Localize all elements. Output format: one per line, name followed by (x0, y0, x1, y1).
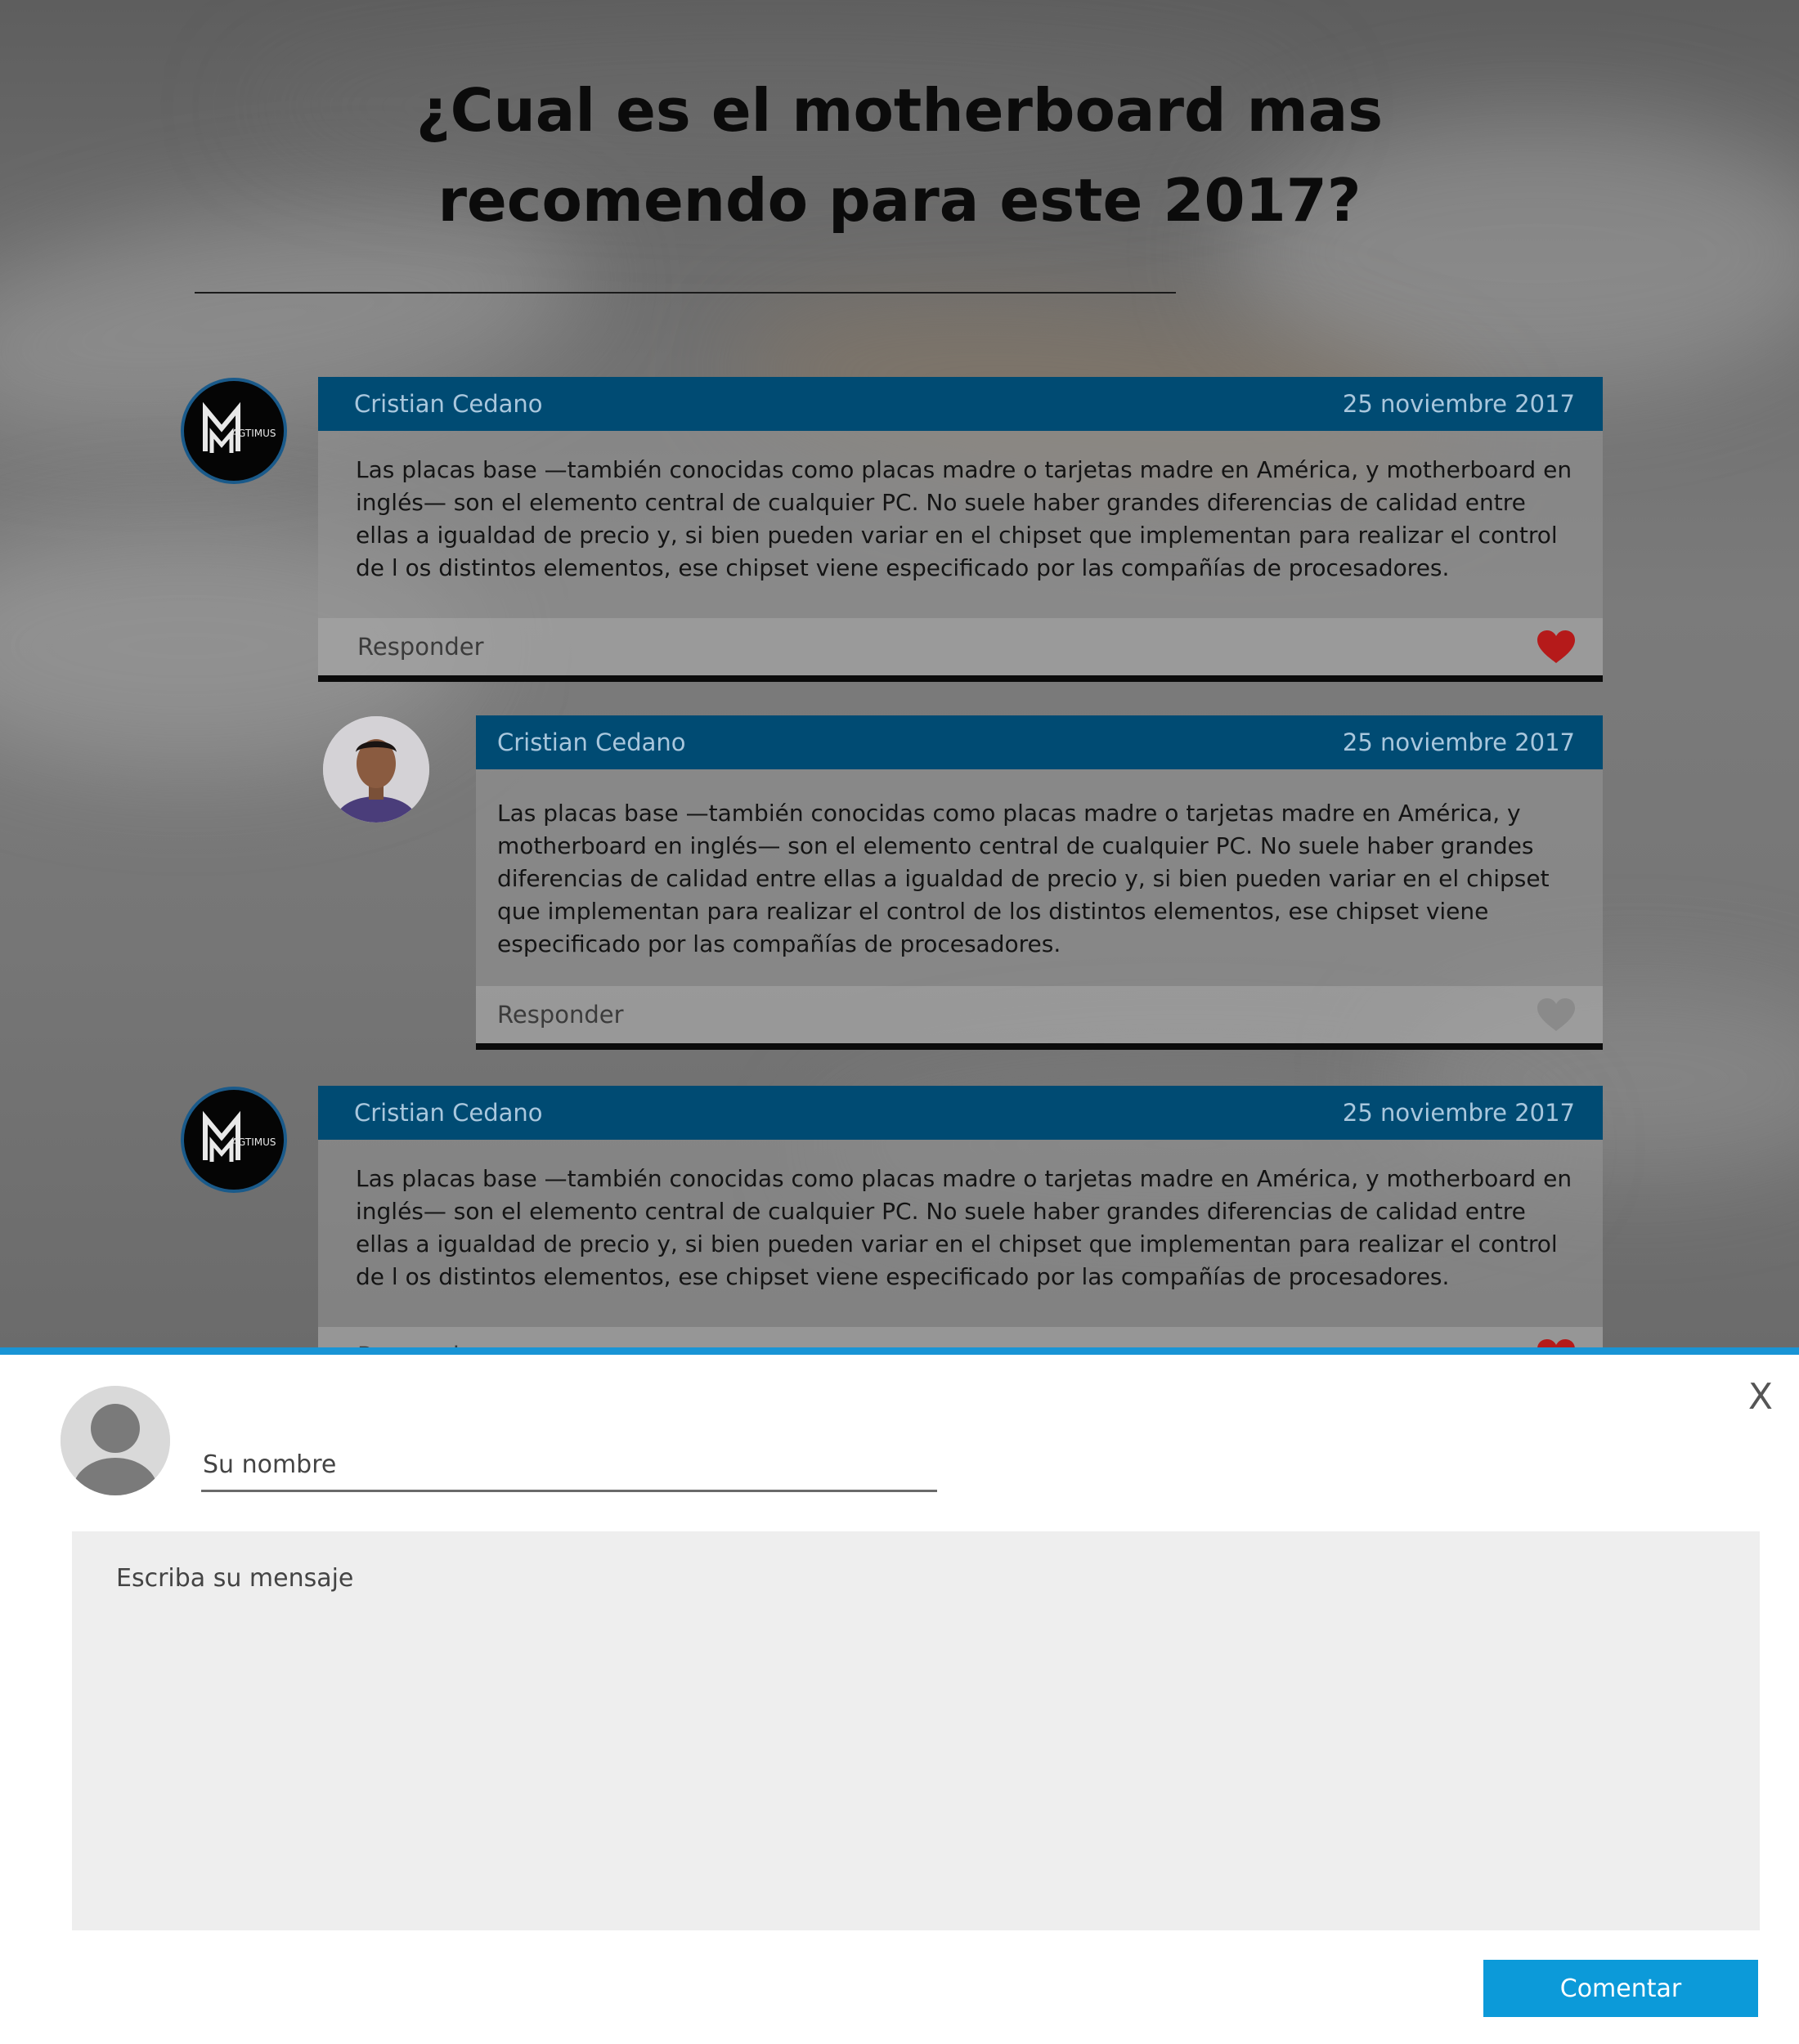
magtimus-logo-icon: AGTIMUS (203, 401, 276, 453)
close-button[interactable]: X (1748, 1379, 1773, 1415)
panel-accent-bar (0, 1347, 1799, 1355)
comment-footer: Responder (476, 986, 1603, 1043)
reply-button[interactable]: Responder (357, 633, 484, 661)
comment-text: Las placas base —también conocidas como … (497, 800, 1550, 957)
comment-date: 25 noviembre 2017 (1342, 1099, 1575, 1127)
comment-form-panel: X Comentar (0, 1355, 1799, 2044)
avatar: AGTIMUS (181, 378, 287, 484)
comment-date: 25 noviembre 2017 (1342, 728, 1575, 756)
avatar: AGTIMUS (181, 1087, 287, 1193)
user-avatar (61, 1386, 170, 1495)
comment-card: Cristian Cedano 25 noviembre 2017 Las pl… (318, 377, 1603, 682)
avatar (323, 716, 429, 823)
message-input[interactable] (72, 1531, 1760, 1930)
heart-icon[interactable] (1536, 997, 1577, 1033)
comment-author: Cristian Cedano (354, 1099, 543, 1127)
magtimus-logo-icon: AGTIMUS (203, 1110, 276, 1162)
user-placeholder-icon (61, 1386, 170, 1495)
comment-header: Cristian Cedano 25 noviembre 2017 (476, 715, 1603, 769)
comment-text: Las placas base —también conocidas como … (356, 1165, 1572, 1290)
comment-author: Cristian Cedano (497, 728, 686, 756)
user-photo-icon (323, 716, 429, 823)
comment-header: Cristian Cedano 25 noviembre 2017 (318, 1086, 1603, 1140)
comment-author: Cristian Cedano (354, 390, 543, 418)
comment-date: 25 noviembre 2017 (1342, 390, 1575, 418)
svg-text:AGTIMUS: AGTIMUS (231, 1136, 276, 1148)
comment-card: Cristian Cedano 25 noviembre 2017 Las pl… (318, 1086, 1603, 1349)
comment-footer: Responder (318, 1327, 1603, 1349)
blurred-background: ¿Cual es el motherboard mas recomendo pa… (0, 0, 1799, 1349)
name-input[interactable] (201, 1445, 937, 1492)
comment-card: Cristian Cedano 25 noviembre 2017 Las pl… (476, 715, 1603, 1050)
reply-button[interactable]: Responder (497, 1001, 624, 1029)
heart-icon[interactable] (1536, 629, 1577, 665)
page-title: ¿Cual es el motherboard mas recomendo pa… (415, 76, 1384, 235)
svg-text:AGTIMUS: AGTIMUS (231, 428, 276, 439)
submit-comment-button[interactable]: Comentar (1483, 1960, 1758, 2017)
comment-header: Cristian Cedano 25 noviembre 2017 (318, 377, 1603, 431)
comment-text: Las placas base —también conocidas como … (356, 456, 1572, 581)
title-divider (195, 292, 1176, 294)
comment-footer: Responder (318, 618, 1603, 675)
